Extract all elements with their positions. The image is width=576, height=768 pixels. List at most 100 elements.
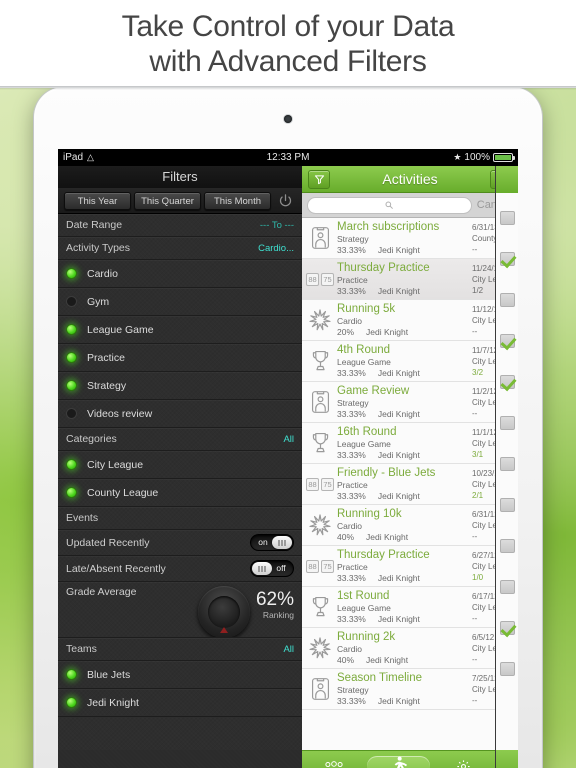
rail-checkbox-list[interactable] [496,193,518,689]
segment-this-month[interactable]: This Month [204,191,271,210]
rail-checkbox-slot[interactable] [496,402,518,443]
filter-section-events[interactable]: Events [58,507,302,530]
rail-checkbox-slot[interactable] [496,566,518,607]
activity-row[interactable]: 1st Round League Game 33.33% Jedi Knight 6/1… [302,587,518,628]
filter-option-practice[interactable]: Practice [58,344,302,372]
power-icon[interactable] [274,190,296,212]
activity-row[interactable]: Running 5k Cardio 20% Jedi Knight 11/12/12 Ci… [302,300,518,341]
late-absent-toggle[interactable]: off [250,560,294,577]
date-preset-segmented-control: This Year This Quarter This Month [58,188,302,214]
filter-option-city-league[interactable]: City League [58,451,302,479]
row-checkbox[interactable] [499,415,515,430]
activity-team: Jedi Knight [377,449,420,460]
score-badges: 88 75 [306,559,334,573]
tab-settings[interactable]: Settings [431,756,495,768]
activities-list[interactable]: March subscriptions Strategy 33.33% Jedi Kn… [302,218,518,760]
activity-row[interactable]: 88 75 Thursday Practice Practice 33.33% Jedi … [302,259,518,300]
rail-checkbox-slot[interactable] [496,279,518,320]
row-checkbox[interactable] [499,251,515,266]
whiteboard-icon [305,672,335,706]
activity-row[interactable]: Game Review Strategy 33.33% Jedi Knight 11/2… [302,382,518,423]
option-label: Gym [87,295,110,308]
filter-section-activity-types[interactable]: Activity Types Cardio... [58,237,302,260]
activity-row[interactable]: Running 10k Cardio 40% Jedi Knight 6/31/12 Ci… [302,505,518,546]
ipad-screen: iPad △ 12:33 PM ★ 100% Filters This Year… [58,149,518,768]
filter-option-gym[interactable]: Gym [58,288,302,316]
categories-label: Categories [66,433,117,445]
gear-icon [456,756,471,768]
row-checkbox[interactable] [499,620,515,635]
updated-recently-toggle[interactable]: on [250,534,294,551]
activity-row[interactable]: Season Timeline Strategy 33.33% Jedi Knight… [302,669,518,710]
tab-activities[interactable]: Activities [366,756,431,768]
filter-section-teams[interactable]: Teams All [58,638,302,661]
score-badges: 88 75 [306,272,334,286]
activity-team: Jedi Knight [377,408,420,419]
activity-meta: 33.33% Jedi Knight [337,286,472,297]
trophy-icon [305,426,335,460]
tabbar-overflow-button[interactable]: Re [496,750,518,768]
activity-name: 16th Round [337,425,397,438]
rail-checkbox-slot[interactable] [496,484,518,525]
toggle-state-label: on [258,537,268,547]
filter-grade-average[interactable]: Grade Average 62% Ranking [58,582,302,638]
activity-row-text: March subscriptions Strategy 33.33% Jedi Kn… [335,221,472,256]
activity-row-text: Running 2k Cardio 40% Jedi Knight [335,631,472,666]
activity-row[interactable]: 4th Round League Game 33.33% Jedi Knight 11/… [302,341,518,382]
activity-type: Strategy [337,397,369,408]
rail-checkbox-slot[interactable] [496,238,518,279]
rail-checkbox-slot[interactable] [496,607,518,648]
rail-checkbox-slot[interactable] [496,197,518,238]
segment-this-quarter[interactable]: This Quarter [134,191,201,210]
filter-late-absent-recently[interactable]: Late/Absent Recently off [58,556,302,582]
filter-option-league-game[interactable]: League Game [58,316,302,344]
teams-value: All [283,643,294,655]
row-checkbox[interactable] [499,210,515,225]
rail-checkbox-slot[interactable] [496,648,518,689]
row-checkbox[interactable] [499,374,515,389]
row-checkbox[interactable] [499,661,515,676]
filter-updated-recently[interactable]: Updated Recently on [58,530,302,556]
activity-row[interactable]: Running 2k Cardio 40% Jedi Knight 6/5/12 City… [302,628,518,669]
option-label: Blue Jets [87,668,131,681]
row-checkbox[interactable] [499,538,515,553]
row-checkbox[interactable] [499,456,515,471]
status-bar-right: ★ 100% [453,152,515,163]
activity-percent: 33.33% [337,285,366,296]
status-led-icon [66,352,77,363]
filter-option-videos-review[interactable]: Videos review [58,400,302,428]
activity-row[interactable]: 88 75 Friendly - Blue Jets Practice 33.33% Je… [302,464,518,505]
tab-players[interactable]: Players [302,756,366,768]
filter-option-county-league[interactable]: County League [58,479,302,507]
rail-checkbox-slot[interactable] [496,443,518,484]
filter-section-categories[interactable]: Categories All [58,428,302,451]
activity-row[interactable]: 16th Round League Game 33.33% Jedi Knight 11… [302,423,518,464]
search-input[interactable] [307,196,472,214]
row-checkbox[interactable] [499,579,515,594]
segment-this-year[interactable]: This Year [64,191,131,210]
activity-row[interactable]: March subscriptions Strategy 33.33% Jedi Kn… [302,218,518,259]
filter-option-strategy[interactable]: Strategy [58,372,302,400]
activity-percent: 40% [337,654,355,665]
starburst-icon [305,303,335,337]
status-led-icon [66,459,77,470]
rail-checkbox-slot[interactable] [496,320,518,361]
headline-line-2: with Advanced Filters [149,45,427,78]
row-checkbox[interactable] [499,497,515,512]
filter-option-cardio[interactable]: Cardio [58,260,302,288]
row-checkbox[interactable] [499,333,515,348]
option-label: Practice [87,351,125,364]
rotary-knob-icon[interactable] [198,586,250,637]
rail-checkbox-slot[interactable] [496,525,518,566]
activity-row[interactable]: 88 75 Thursday Practice Practice 33.33% Jedi … [302,546,518,587]
categories-value: All [283,433,294,445]
activity-team: Jedi Knight [377,367,420,378]
activity-type: Strategy [337,684,369,695]
filter-option-jedi-knight[interactable]: Jedi Knight [58,689,302,717]
rail-checkbox-slot[interactable] [496,361,518,402]
filter-option-blue-jets[interactable]: Blue Jets [58,661,302,689]
activity-percent: 33.33% [337,572,366,583]
filter-section-date-range[interactable]: Date Range --- To --- [58,214,302,237]
row-checkbox[interactable] [499,292,515,307]
activity-team: Jedi Knight [377,695,420,706]
